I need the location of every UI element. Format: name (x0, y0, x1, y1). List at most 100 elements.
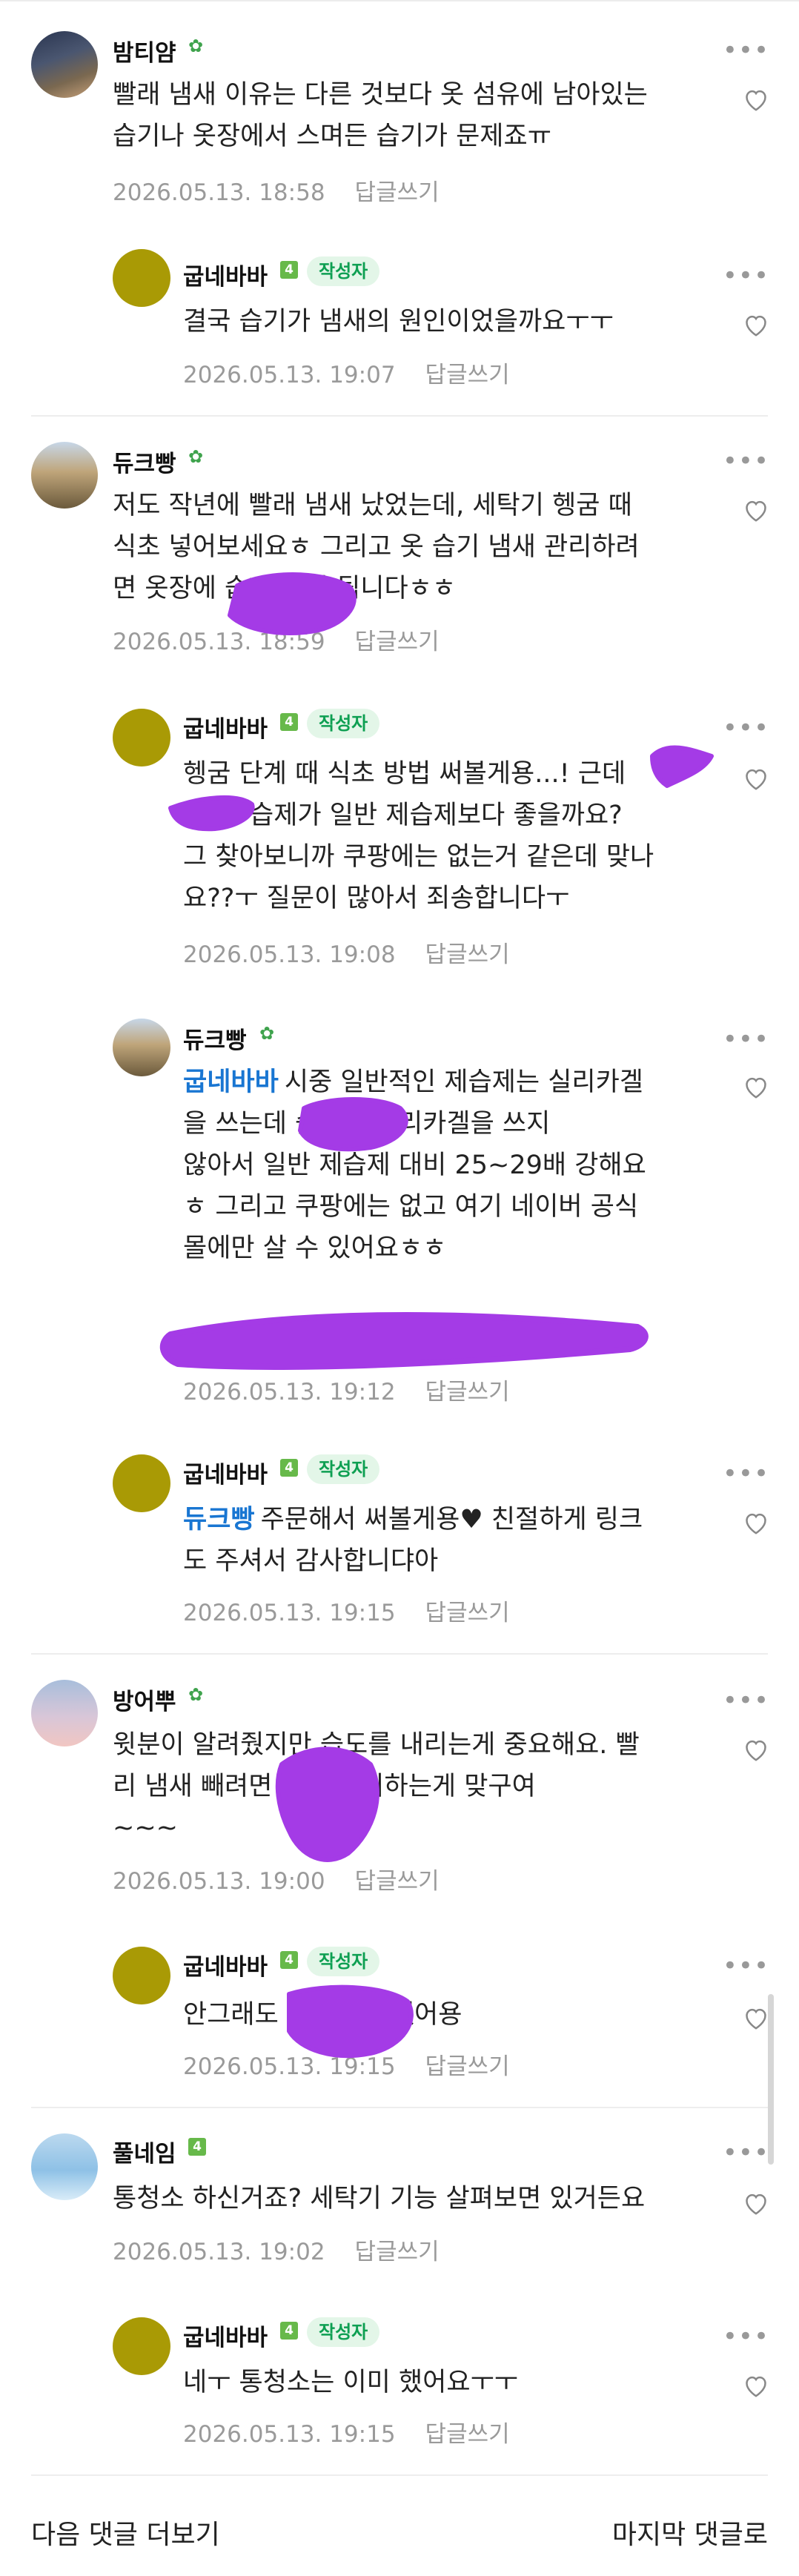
sprout-icon: ✿ (188, 446, 204, 467)
comment-divider (31, 1653, 768, 1655)
mention-link[interactable]: 굽네바바 (183, 1067, 279, 1097)
sprout-icon: ✿ (259, 1023, 275, 1044)
avatar[interactable] (113, 2317, 170, 2375)
kebab-icon[interactable]: ••• (723, 2140, 769, 2165)
level-badge-icon: 4 (280, 713, 298, 731)
comment-date: 2026.05.13. 19:15 (183, 1600, 396, 1626)
mention-link[interactable]: 듀크빵 (183, 1505, 255, 1534)
writer-badge: 작성자 (307, 709, 380, 738)
comment-date: 2026.05.13. 18:59 (113, 629, 325, 655)
comment-text: 윗분이 알려줬지만 습도를 내리는게 중요해요. 빨 리 냄새 빼려면 습제 배… (113, 1724, 720, 1849)
author-name[interactable]: 방어뿌 (113, 1683, 176, 1716)
comment-meta: 2026.05.13. 19:15 답글쓰기 (183, 2047, 510, 2081)
kebab-icon[interactable]: ••• (723, 1461, 769, 1486)
text-line: 듀크빵 주문해서 써볼게용♥ 친절하게 링크 (183, 1499, 791, 1540)
heart-outline-icon[interactable] (741, 764, 771, 793)
comment-date: 2026.05.13. 19:15 (183, 2421, 396, 2448)
heart-outline-icon[interactable] (741, 310, 771, 340)
reply-button[interactable]: 답글쓰기 (355, 629, 440, 655)
author-name[interactable]: 굽네바바 (183, 2319, 268, 2352)
avatar[interactable] (31, 1680, 98, 1746)
comment-meta: 2026.05.13. 19:07 답글쓰기 (183, 356, 510, 389)
text-line: 습제가 일반 제습제보다 좋을까요? (250, 801, 623, 830)
heart-outline-icon[interactable] (741, 1072, 771, 1102)
heart-outline-icon[interactable] (741, 1508, 771, 1537)
level-badge-icon: 4 (188, 2138, 206, 2156)
comment-date: 2026.05.13. 19:00 (113, 1868, 325, 1895)
author-name[interactable]: 듀크빵 (113, 445, 176, 478)
reply-button[interactable]: 답글쓰기 (355, 1868, 440, 1895)
avatar[interactable] (31, 31, 98, 98)
text-line: 헹굼 단계 때 식초 방법 써볼게용...! 근데 (183, 759, 626, 789)
heart-outline-icon[interactable] (741, 495, 771, 525)
author-name[interactable]: 굽네바바 (183, 258, 268, 291)
author-name[interactable]: 듀크빵 (183, 1022, 247, 1055)
heart-outline-icon[interactable] (741, 2371, 771, 2400)
last-comment-button[interactable]: 마지막 댓글로 (612, 2513, 768, 2552)
text-line: 을 쓰는데 습제는 실리카겔을 쓰지 (183, 1109, 551, 1139)
author-name[interactable]: 굽네바바 (183, 1456, 268, 1489)
author-name[interactable]: 굽네바바 (183, 1948, 268, 1981)
avatar[interactable] (113, 1947, 170, 2004)
comment-date: 2026.05.13. 19:15 (183, 2053, 396, 2080)
comment-text: 듀크빵 주문해서 써볼게용♥ 친절하게 링크 도 주셔서 감사합니댜아 (183, 1499, 791, 1582)
writer-badge: 작성자 (307, 2317, 380, 2347)
reply-button[interactable]: 답글쓰기 (425, 362, 510, 388)
heart-outline-icon[interactable] (741, 2188, 771, 2218)
text-line: ㅎ 그리고 쿠팡에는 없고 여기 네이버 공식 (183, 1192, 639, 1222)
author-name[interactable]: 굽네바바 (183, 710, 268, 744)
text-line: 저도 작년에 빨래 냄새 났었는데, 세탁기 헹굼 때 (113, 491, 632, 520)
comment-meta: 2026.05.13. 19:08 답글쓰기 (183, 936, 510, 969)
comment-meta: 2026.05.13. 19:12 답글쓰기 (183, 1373, 510, 1406)
heart-outline-icon[interactable] (741, 1735, 771, 1764)
text-line: 결국 습기가 냄새의 원인이었을까요ㅜㅜ (183, 307, 614, 337)
text-line: 면 옷장에 습제 두면 됩니다ㅎㅎ (113, 574, 457, 603)
comment-date: 2026.05.13. 19:07 (183, 362, 396, 388)
comment-text: 저도 작년에 빨래 냄새 났었는데, 세탁기 헹굼 때 식초 넣어보세요ㅎ 그리… (113, 485, 720, 609)
kebab-icon[interactable]: ••• (723, 38, 769, 63)
level-badge-icon: 4 (280, 1459, 298, 1477)
avatar[interactable] (31, 2133, 98, 2200)
author-name[interactable]: 밤티얌 (113, 34, 176, 67)
avatar[interactable] (113, 1454, 170, 1512)
text-line: ~~~ (113, 1813, 178, 1843)
avatar[interactable] (113, 249, 170, 307)
text-line: 리 냄새 빼려면 습제 배치하는게 맞구여 (113, 1772, 536, 1801)
text-line: 통청소 하신거죠? 세탁기 기능 살펴보면 있거든요 (113, 2184, 646, 2214)
sprout-icon: ✿ (188, 36, 204, 56)
comment-meta: 2026.05.13. 18:59 답글쓰기 (113, 623, 440, 656)
kebab-icon[interactable]: ••• (723, 1688, 769, 1713)
reply-button[interactable]: 답글쓰기 (425, 2053, 510, 2080)
avatar[interactable] (31, 442, 98, 509)
avatar[interactable] (113, 709, 170, 766)
kebab-icon[interactable]: ••• (723, 715, 769, 741)
more-comments-button[interactable]: 다음 댓글 더보기 (31, 2513, 220, 2552)
reply-button[interactable]: 답글쓰기 (425, 2421, 510, 2448)
reply-button[interactable]: 답글쓰기 (355, 2239, 440, 2265)
comment-date: 2026.05.13. 18:58 (113, 179, 325, 206)
comment-text: 결국 습기가 냄새의 원인이었을까요ㅜㅜ (183, 301, 791, 342)
reply-button[interactable]: 답글쓰기 (355, 179, 440, 206)
author-name[interactable]: 풀네임 (113, 2135, 176, 2168)
kebab-icon[interactable]: ••• (723, 263, 769, 288)
text-line: 식초 넣어보세요ㅎ 그리고 옷 습기 냄새 관리하려 (113, 532, 640, 562)
avatar[interactable] (113, 1019, 170, 1076)
reply-button[interactable]: 답글쓰기 (425, 1600, 510, 1626)
heart-outline-icon[interactable] (741, 85, 771, 114)
top-divider (0, 0, 799, 1)
scrollbar[interactable] (768, 1994, 774, 2165)
reply-button[interactable]: 답글쓰기 (425, 1379, 510, 1405)
reply-button[interactable]: 답글쓰기 (425, 941, 510, 968)
heart-outline-icon[interactable] (741, 2003, 771, 2033)
text-segment: 주문해서 써볼게용♥ 친절하게 링크 (260, 1505, 643, 1534)
comment-date: 2026.05.13. 19:02 (113, 2239, 325, 2265)
kebab-icon[interactable]: ••• (723, 1027, 769, 1052)
comment-text: 헹굼 단계 때 식초 방법 써볼게용...! 근데 습제가 일반 제습제보다 좋… (183, 753, 791, 919)
kebab-icon[interactable]: ••• (723, 1953, 769, 1979)
text-line: 안그래도 방금 주문했어용 (183, 2000, 463, 2030)
kebab-icon[interactable]: ••• (723, 2324, 769, 2349)
text-line: 않아서 일반 제습제 대비 25~29배 강해요 (183, 1150, 646, 1180)
comment-date: 2026.05.13. 19:12 (183, 1379, 396, 1405)
comment-meta: 2026.05.13. 19:00 답글쓰기 (113, 1862, 440, 1895)
kebab-icon[interactable]: ••• (723, 448, 769, 474)
